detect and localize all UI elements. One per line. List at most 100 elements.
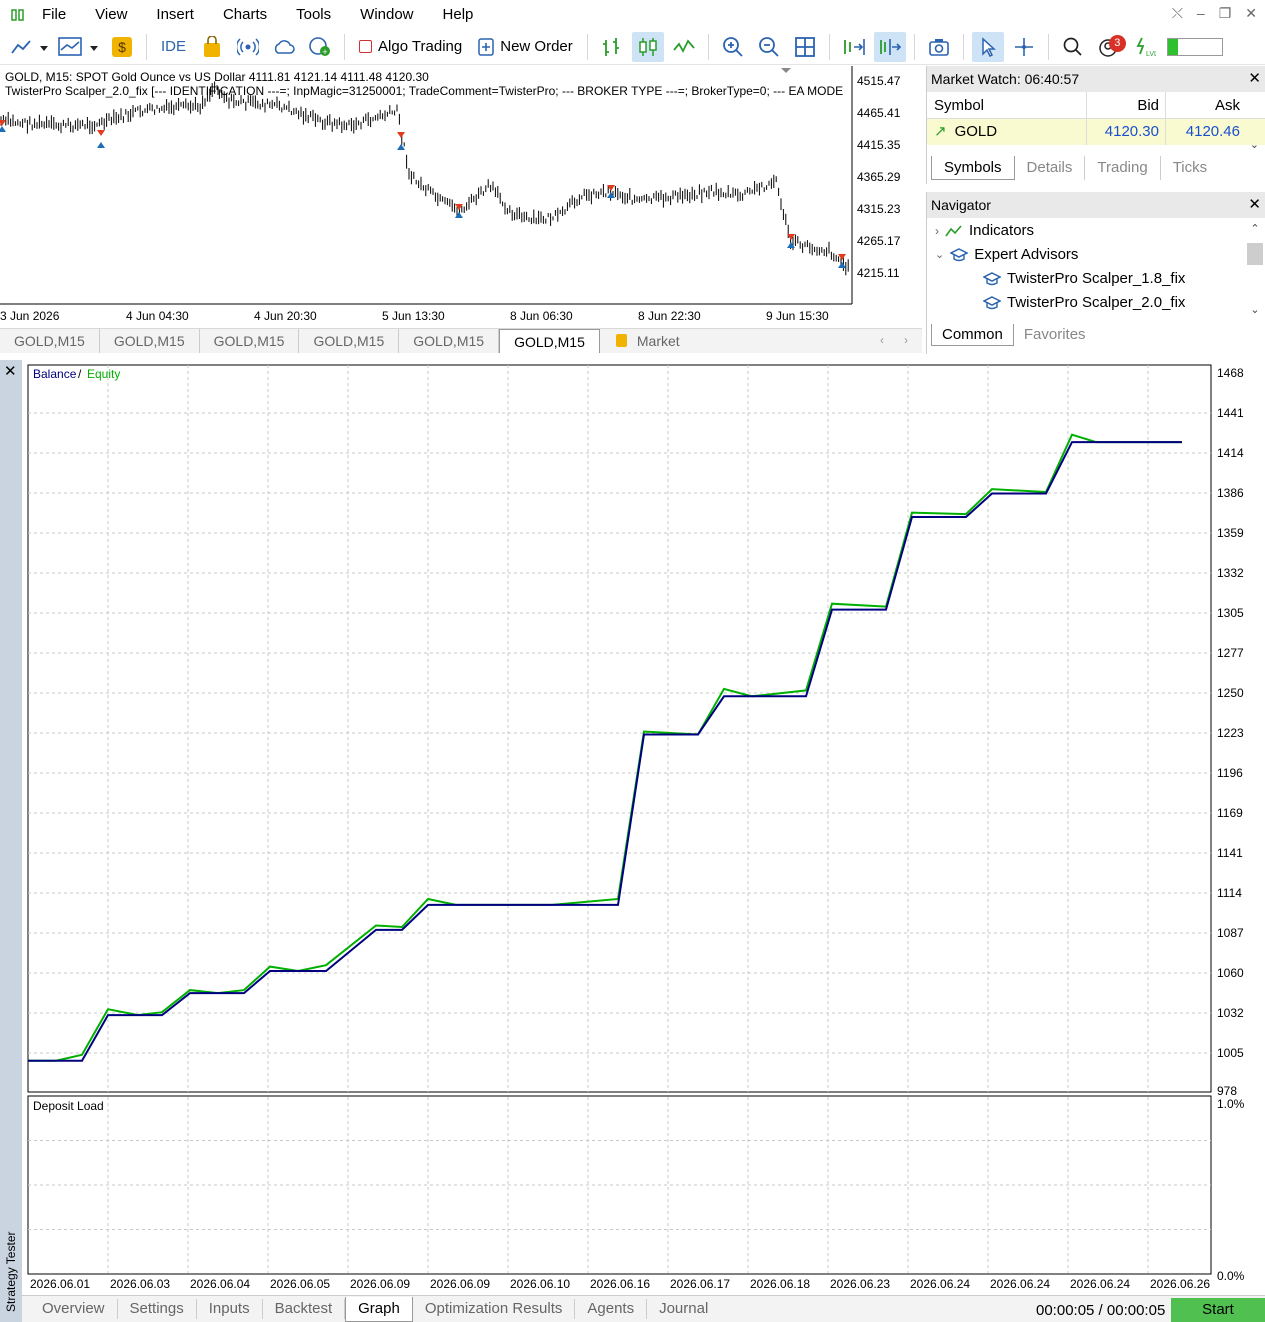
tab-backtest[interactable]: Backtest: [263, 1299, 346, 1319]
tab-inputs[interactable]: Inputs: [197, 1299, 263, 1319]
chart-shift-icon[interactable]: [873, 31, 906, 62]
screenshot-icon[interactable]: [923, 32, 955, 62]
nav-item-ea2[interactable]: TwisterPro Scalper_2.0_fix: [983, 294, 1185, 311]
vps-cloud-icon[interactable]: [268, 32, 300, 62]
menu-file[interactable]: File: [30, 6, 83, 23]
menu-charts[interactable]: Charts: [211, 6, 284, 23]
scroll-up-icon[interactable]: ⌃: [1247, 222, 1263, 235]
chart-tab[interactable]: GOLD,M15: [299, 329, 400, 353]
x-tick-label: 2026.06.09: [350, 1277, 410, 1291]
restore-icon[interactable]: ❐: [1219, 5, 1232, 22]
price-chart[interactable]: 4515.47 4465.41 4415.35 4365.29 4315.23 …: [0, 66, 922, 328]
bid-value: 4120.30: [1087, 119, 1166, 145]
tab-scroll-left-icon[interactable]: ‹: [880, 333, 884, 347]
account-notifications-icon[interactable]: 3: [1093, 32, 1126, 62]
strategy-tester-label: Strategy Tester: [4, 1231, 18, 1312]
tab-details[interactable]: Details: [1015, 156, 1086, 180]
scroll-down-icon[interactable]: ⌄: [1247, 303, 1263, 316]
x-tick-label: 2026.06.23: [830, 1277, 890, 1291]
bar-chart-icon[interactable]: [596, 32, 628, 62]
zoom-in-icon[interactable]: [717, 32, 749, 62]
signal-level-icon[interactable]: LVL: [1129, 32, 1161, 62]
y-tick-label: 1060: [1217, 966, 1244, 980]
minimize-icon[interactable]: –: [1197, 5, 1205, 22]
menu-tools[interactable]: Tools: [284, 6, 348, 23]
navigator-scrollbar[interactable]: ⌃ ⌄: [1247, 222, 1263, 320]
scroll-thumb[interactable]: [1247, 243, 1263, 265]
symbol-row[interactable]: ↗ GOLD 4120.30 4120.46: [927, 119, 1265, 145]
tab-trading[interactable]: Trading: [1085, 156, 1161, 180]
toolbar-separator: [913, 33, 915, 60]
tab-scroll-right-icon[interactable]: ›: [904, 333, 908, 347]
tab-favorites[interactable]: Favorites: [1014, 324, 1096, 346]
col-ask[interactable]: Ask: [1166, 92, 1246, 118]
chart-tab[interactable]: GOLD,M15: [200, 329, 300, 353]
menu-help[interactable]: Help: [431, 6, 491, 23]
tab-graph[interactable]: Graph: [345, 1296, 413, 1322]
tab-overview[interactable]: Overview: [22, 1299, 118, 1319]
auto-scroll-icon[interactable]: [838, 32, 870, 62]
col-bid[interactable]: Bid: [1087, 92, 1166, 118]
buy-arrow-icon: [455, 212, 463, 218]
tab-symbols[interactable]: Symbols: [931, 156, 1015, 180]
ide-button[interactable]: IDE: [155, 32, 192, 62]
close-icon[interactable]: ✕: [4, 362, 17, 380]
chevron-right-icon[interactable]: ›: [935, 224, 939, 238]
signals-icon[interactable]: [232, 32, 264, 62]
market-watch-tabs: Symbols Details Trading Ticks: [931, 156, 1219, 180]
zoom-out-icon[interactable]: [753, 32, 785, 62]
market-tab[interactable]: Market: [600, 329, 694, 353]
indicators-icon[interactable]: [56, 32, 102, 62]
deposit-load-tick-top: 1.0%: [1217, 1097, 1245, 1111]
market-watch-scroll-down-icon[interactable]: ⌄: [1250, 138, 1259, 151]
x-tick-label: 2026.06.26: [1150, 1277, 1210, 1291]
menu-view[interactable]: View: [83, 6, 144, 23]
new-order-button[interactable]: New Order: [472, 32, 579, 62]
tile-windows-icon[interactable]: [789, 32, 821, 62]
crosshair-icon[interactable]: [1008, 32, 1040, 62]
cursor-icon[interactable]: [971, 31, 1004, 62]
add-account-icon[interactable]: +: [304, 32, 336, 62]
algo-trading-button[interactable]: Algo Trading: [353, 32, 468, 62]
tab-ticks[interactable]: Ticks: [1161, 156, 1219, 180]
price-tick: 4215.11: [857, 266, 900, 280]
chart-tab[interactable]: GOLD,M15: [100, 329, 200, 353]
dollar-icon[interactable]: $: [106, 32, 138, 62]
menu-insert[interactable]: Insert: [144, 6, 211, 23]
tab-journal[interactable]: Journal: [647, 1299, 720, 1319]
chart-tab-active[interactable]: GOLD,M15: [499, 329, 600, 353]
expert-advisors-label: Expert Advisors: [974, 246, 1079, 263]
deposit-load-tick-bottom: 0.0%: [1217, 1269, 1245, 1283]
close-icon[interactable]: ✕: [1245, 5, 1257, 22]
menu-window[interactable]: Window: [348, 6, 430, 23]
chart-tab[interactable]: GOLD,M15: [399, 329, 500, 353]
y-tick-label: 1114: [1217, 886, 1242, 900]
tab-agents[interactable]: Agents: [575, 1299, 648, 1319]
nav-item-ea1[interactable]: TwisterPro Scalper_1.8_fix: [983, 270, 1185, 287]
tab-common[interactable]: Common: [931, 324, 1014, 346]
toolbar: $ IDE + Algo Trading New Order 3 LVL: [0, 29, 1265, 65]
start-button[interactable]: Start: [1171, 1298, 1265, 1322]
chart-tab[interactable]: GOLD,M15: [0, 329, 100, 353]
col-symbol[interactable]: Symbol: [927, 92, 1087, 118]
search-icon[interactable]: [1057, 32, 1089, 62]
candlestick-icon[interactable]: [631, 31, 664, 62]
tab-settings[interactable]: Settings: [118, 1299, 197, 1319]
chart-type-icon[interactable]: [8, 32, 52, 62]
x-tick-label: 2026.06.04: [190, 1277, 250, 1291]
deposit-load-title: Deposit Load: [33, 1099, 104, 1113]
indicators-label: Indicators: [969, 222, 1035, 239]
close-icon[interactable]: ✕: [1248, 192, 1261, 218]
pin-icon[interactable]: ⤬: [1172, 5, 1183, 22]
nav-item-indicators[interactable]: › Indicators: [935, 222, 1034, 239]
chevron-down-icon[interactable]: ⌄: [935, 248, 944, 261]
balance-equity-chart[interactable]: 1468 1441 1414 1386 1359 1332 1305 1277 1250 1223…: [22, 360, 1265, 1295]
toolbar-separator: [344, 33, 346, 60]
market-bag-icon[interactable]: [196, 32, 228, 62]
tester-graph-area: 1468 1441 1414 1386 1359 1332 1305 1277 1250 1223…: [22, 360, 1265, 1295]
tab-optimization-results[interactable]: Optimization Results: [413, 1299, 576, 1319]
line-chart-icon[interactable]: [668, 32, 700, 62]
time-tick: 5 Jun 13:30: [382, 309, 445, 323]
nav-item-expert-advisors[interactable]: ⌄ Expert Advisors: [935, 246, 1078, 263]
close-icon[interactable]: ✕: [1248, 66, 1261, 92]
